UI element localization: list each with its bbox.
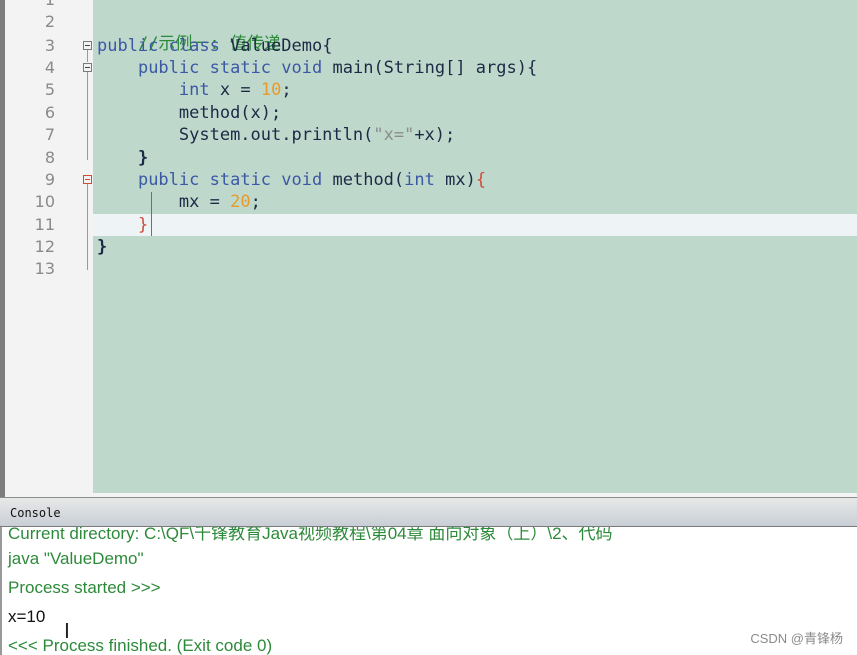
code-text: ;	[250, 192, 261, 212]
line-number: 6	[44, 103, 55, 122]
code-line-12: }	[97, 236, 107, 258]
line-number: 1	[13, 0, 55, 11]
keyword: int	[178, 80, 210, 100]
code-line-6: method(x);	[97, 102, 281, 124]
text-cursor-icon: I	[64, 619, 70, 643]
console-line: java "ValueDemo"	[8, 549, 144, 568]
line-number: 10	[34, 192, 55, 211]
code-line-3: public class ValueDemo{	[97, 35, 332, 57]
fold-toggle-icon[interactable]	[83, 63, 92, 72]
line-number: 3	[44, 36, 55, 55]
line-number: 4	[44, 58, 55, 77]
number-literal: 20	[230, 192, 251, 212]
code-editor[interactable]: 1 2 3 4 5 6 7 8 9 10 11 12 13 //示例一: 值传递…	[0, 0, 857, 497]
line-number: 7	[44, 125, 55, 144]
code-text: System.out.println(	[178, 125, 374, 145]
line-number: 13	[34, 259, 55, 278]
code-text: main(String[] args){	[332, 58, 538, 78]
line-number: 12	[34, 237, 55, 256]
keyword: class	[168, 36, 220, 56]
line-number: 9	[44, 170, 55, 189]
code-text: method(x);	[178, 103, 282, 123]
code-text: ValueDemo{	[230, 36, 333, 56]
closing-brace: }	[137, 148, 149, 168]
code-text: +x);	[414, 125, 456, 145]
code-line-5: int x = 10;	[97, 79, 292, 101]
keyword: int	[404, 170, 435, 190]
fold-toggle-icon[interactable]	[83, 175, 92, 184]
console-tab-bar[interactable]: Console	[0, 497, 857, 527]
keyword: static	[209, 58, 272, 78]
console-line: Current directory: C:\QF\千锋教育Java视频教程\第0…	[8, 527, 613, 543]
console-line: Process started >>>	[8, 578, 161, 597]
line-number: 2	[44, 12, 55, 31]
matched-brace: }	[137, 215, 149, 235]
console-title[interactable]: Console	[10, 506, 61, 520]
keyword: void	[281, 170, 323, 190]
fold-guide	[87, 50, 88, 62]
number-literal: 10	[260, 80, 282, 100]
code-line-7: System.out.println("x="+x);	[97, 124, 455, 146]
keyword: void	[281, 58, 323, 78]
code-line-10: mx = 20;	[97, 191, 261, 213]
keyword: public	[137, 170, 200, 190]
closing-brace: }	[97, 237, 108, 257]
current-line-highlight	[93, 214, 857, 236]
code-text: ;	[281, 80, 292, 100]
keyword: public	[97, 36, 159, 56]
code-text: mx =	[178, 192, 220, 212]
code-text: method(	[332, 170, 405, 190]
code-text: mx)	[445, 170, 476, 190]
line-number-gutter: 1 2 3 4 5 6 7 8 9 10 11 12 13	[5, 0, 93, 497]
console-output[interactable]: Current directory: C:\QF\千锋教育Java视频教程\第0…	[0, 527, 857, 655]
matched-brace: {	[475, 170, 487, 190]
line-number: 8	[44, 148, 55, 167]
line-number: 11	[34, 215, 55, 234]
code-line-4: public static void main(String[] args){	[97, 57, 537, 79]
code-line-9: public static void method(int mx){	[97, 169, 486, 191]
fold-toggle-icon[interactable]	[83, 41, 92, 50]
string-literal: "x="	[373, 125, 415, 145]
code-line-11: }	[97, 214, 148, 236]
fold-guide	[87, 72, 88, 160]
line-number: 5	[44, 80, 55, 99]
console-line: <<< Process finished. (Exit code 0)	[8, 636, 273, 655]
code-text: x =	[219, 80, 251, 100]
watermark: CSDN @青锋杨	[750, 631, 843, 646]
console-line: x=10	[8, 607, 46, 626]
code-line-8: }	[97, 147, 148, 169]
keyword: public	[137, 58, 200, 78]
fold-guide	[87, 184, 88, 270]
keyword: static	[209, 170, 272, 190]
